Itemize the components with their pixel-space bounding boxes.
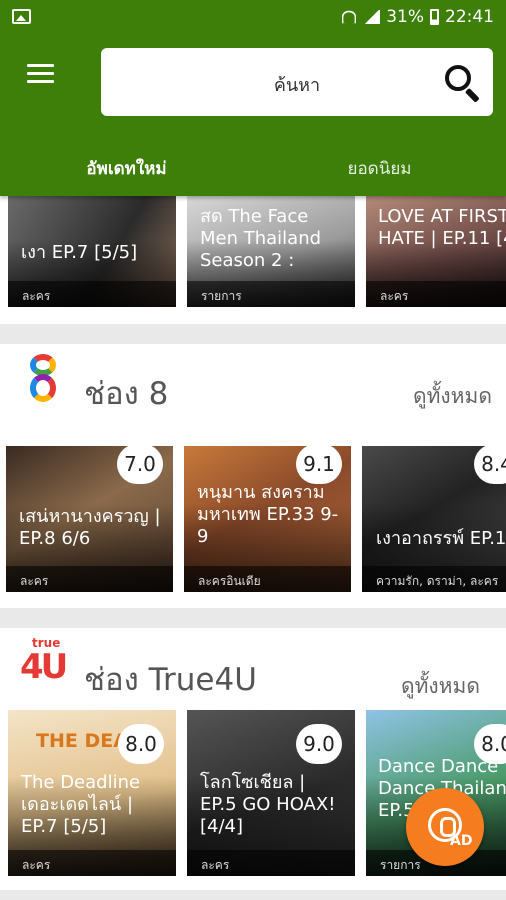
see-all-link[interactable]: ดูทั้งหมด [401, 670, 480, 703]
video-category: ละคร [187, 850, 355, 876]
video-card[interactable]: LOVE AT FIRST HATE | EP.11 [4/4] ละคร [366, 196, 506, 307]
rating-badge: 9.1 [296, 444, 342, 484]
fab-label: AD [450, 833, 473, 849]
rating-badge: 8.4 [474, 444, 506, 484]
rating-badge: 9.0 [296, 724, 342, 764]
video-category: ละคร [6, 566, 173, 592]
video-card[interactable]: สด The Face Men Thailand Season 2 : รายก… [187, 196, 355, 307]
tab-popular[interactable]: ยอดนิยม [253, 146, 506, 194]
video-title: หนุมาน สงครามมหาเทพ EP.33 9-9 [197, 482, 339, 547]
section-title: ช่อง 8 [84, 376, 169, 412]
search-icon[interactable] [445, 65, 481, 103]
channel-8-logo [26, 354, 60, 404]
ad-fab-button[interactable]: AD [406, 788, 484, 866]
search-input[interactable]: ค้นหา [101, 70, 493, 99]
clock: 22:41 [445, 7, 494, 27]
video-category: ความรัก, ดราม่า, ละคร [362, 566, 506, 592]
rating-badge: 7.0 [117, 444, 163, 484]
rating-badge: 8.0 [474, 724, 506, 764]
video-title: The Deadline เดอะเดดไลน์ | EP.7 [5/5] [21, 772, 141, 837]
channel-8-section: ช่อง 8 ดูทั้งหมด เสน่หานางครวญ | EP.8 6/… [0, 344, 506, 608]
video-category: รายการ [187, 281, 355, 307]
see-all-link[interactable]: ดูทั้งหมด [413, 380, 492, 413]
video-category: ละคร [8, 281, 176, 307]
search-box[interactable]: ค้นหา [101, 48, 493, 116]
video-title: LOVE AT FIRST HATE | EP.11 [4/4] [378, 206, 506, 249]
video-title: เสน่หานางครวญ | EP.8 6/6 [19, 506, 161, 549]
wifi-icon [342, 10, 357, 24]
battery-icon [430, 9, 439, 25]
video-title: โลกโซเชียล | EP.5 GO HOAX! [4/4] [200, 772, 336, 837]
section-title: ช่อง True4U [84, 662, 257, 698]
video-card[interactable]: เงา EP.7 [5/5] ละคร [8, 196, 176, 307]
tab-new-updates[interactable]: อัพเดทใหม่ [0, 146, 253, 194]
logo-text-main: 4U [20, 647, 68, 687]
tab-bar: อัพเดทใหม่ ยอดนิยม [0, 146, 506, 194]
signal-icon [364, 10, 381, 24]
rating-badge: 8.0 [118, 724, 164, 764]
recent-section: เงา EP.7 [5/5] ละคร สด The Face Men Thai… [0, 196, 506, 324]
video-category: ละคร [8, 850, 176, 876]
section-header: true 4U ช่อง True4U ดูทั้งหมด [0, 628, 506, 720]
status-bar: 31% 22:41 [0, 0, 506, 34]
video-category: ละครอินเดีย [184, 566, 351, 592]
app-toolbar: ค้นหา อัพเดทใหม่ ยอดนิยม [0, 34, 506, 196]
app-screen: เงา EP.7 [5/5] ละคร สด The Face Men Thai… [0, 0, 506, 900]
video-title: สด The Face Men Thailand Season 2 : [200, 206, 322, 271]
video-title: เงาอาถรรพ์ EP.1 [376, 528, 506, 549]
image-notification-icon [12, 9, 31, 24]
battery-percent: 31% [386, 7, 424, 27]
video-title: เงา EP.7 [5/5] [21, 242, 138, 263]
true4u-logo: true 4U [20, 636, 70, 690]
section-header: ช่อง 8 ดูทั้งหมด [0, 344, 506, 436]
menu-icon[interactable] [27, 64, 54, 84]
video-category: ละคร [366, 281, 506, 307]
